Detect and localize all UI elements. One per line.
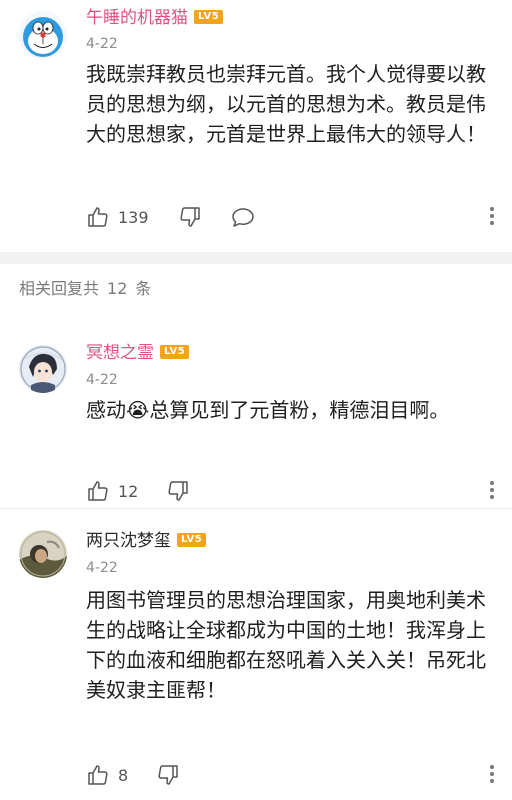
user-avatar[interactable]	[19, 345, 67, 393]
comment-actions: 8	[86, 760, 496, 790]
replies-count: 12	[107, 279, 128, 298]
thumbs-up-icon	[88, 481, 108, 501]
like-button[interactable]: 12	[86, 476, 138, 506]
dislike-button[interactable]	[156, 760, 180, 790]
more-options-icon[interactable]	[488, 762, 496, 788]
reply-button[interactable]	[230, 202, 256, 232]
username-text[interactable]: 午睡的机器猫	[86, 8, 188, 28]
replies-count-header: 相关回复共 12 条	[19, 279, 159, 299]
comment-item: 冥想之霊 LV5 4-22 感动😭总算见到了元首粉，精德泪目啊。 12	[0, 318, 512, 508]
level-badge: LV5	[160, 344, 190, 359]
username-text[interactable]: 两只沈梦玺	[86, 531, 171, 551]
comment-text: 感动😭总算见到了元首粉，精德泪目啊。	[86, 398, 450, 422]
like-button[interactable]: 139	[86, 202, 149, 232]
comment-item: 两只沈梦玺 LV5 4-22 用图书管理员的思想治理国家，用奥地利美术生的战略让全…	[0, 509, 512, 800]
comment-text: 用图书管理员的思想治理国家，用奥地利美术生的战略让全球都成为中国的土地！我浑身上…	[86, 588, 486, 702]
comment-actions: 12	[86, 476, 496, 506]
dislike-button[interactable]	[178, 202, 202, 232]
username-text[interactable]: 冥想之霊	[86, 343, 154, 363]
username[interactable]: 午睡的机器猫 LV5	[86, 7, 224, 29]
level-badge: LV5	[194, 9, 224, 24]
more-options-icon[interactable]	[488, 478, 496, 504]
like-button[interactable]: 8	[86, 760, 128, 790]
comment-text: 我既崇拜教员也崇拜元首。我个人觉得要以教员的思想为纲，以元首的思想为术。教员是伟…	[86, 62, 486, 146]
thumbs-down-icon	[180, 207, 200, 227]
user-avatar[interactable]	[19, 530, 67, 578]
username[interactable]: 两只沈梦玺 LV5	[86, 530, 207, 552]
like-count: 8	[118, 765, 129, 785]
section-divider	[0, 252, 512, 264]
anime-avatar-icon	[19, 345, 67, 393]
like-count: 139	[118, 207, 149, 227]
comment-item: 午睡的机器猫 LV5 4-22 我既崇拜教员也崇拜元首。我个人觉得要以教员的思想为…	[0, 0, 512, 252]
like-count: 12	[118, 481, 139, 501]
level-badge: LV5	[177, 532, 207, 547]
chat-bubble-icon	[232, 208, 254, 227]
comment-date: 4-22	[86, 36, 118, 52]
comment-date: 4-22	[86, 372, 118, 388]
replies-label: 相关回复共	[19, 279, 100, 298]
thumbs-up-icon	[88, 207, 108, 227]
replies-unit: 条	[135, 279, 152, 298]
thumbs-down-icon	[168, 481, 188, 501]
user-avatar[interactable]	[19, 11, 67, 59]
dislike-button[interactable]	[166, 476, 190, 506]
doraemon-avatar-icon	[19, 11, 67, 59]
thumbs-up-icon	[88, 765, 108, 785]
photo-avatar-icon	[19, 530, 67, 578]
more-options-icon[interactable]	[488, 204, 496, 230]
comment-actions: 139	[86, 202, 496, 232]
comment-date: 4-22	[86, 560, 118, 576]
thumbs-down-icon	[158, 765, 178, 785]
username[interactable]: 冥想之霊 LV5	[86, 342, 190, 364]
